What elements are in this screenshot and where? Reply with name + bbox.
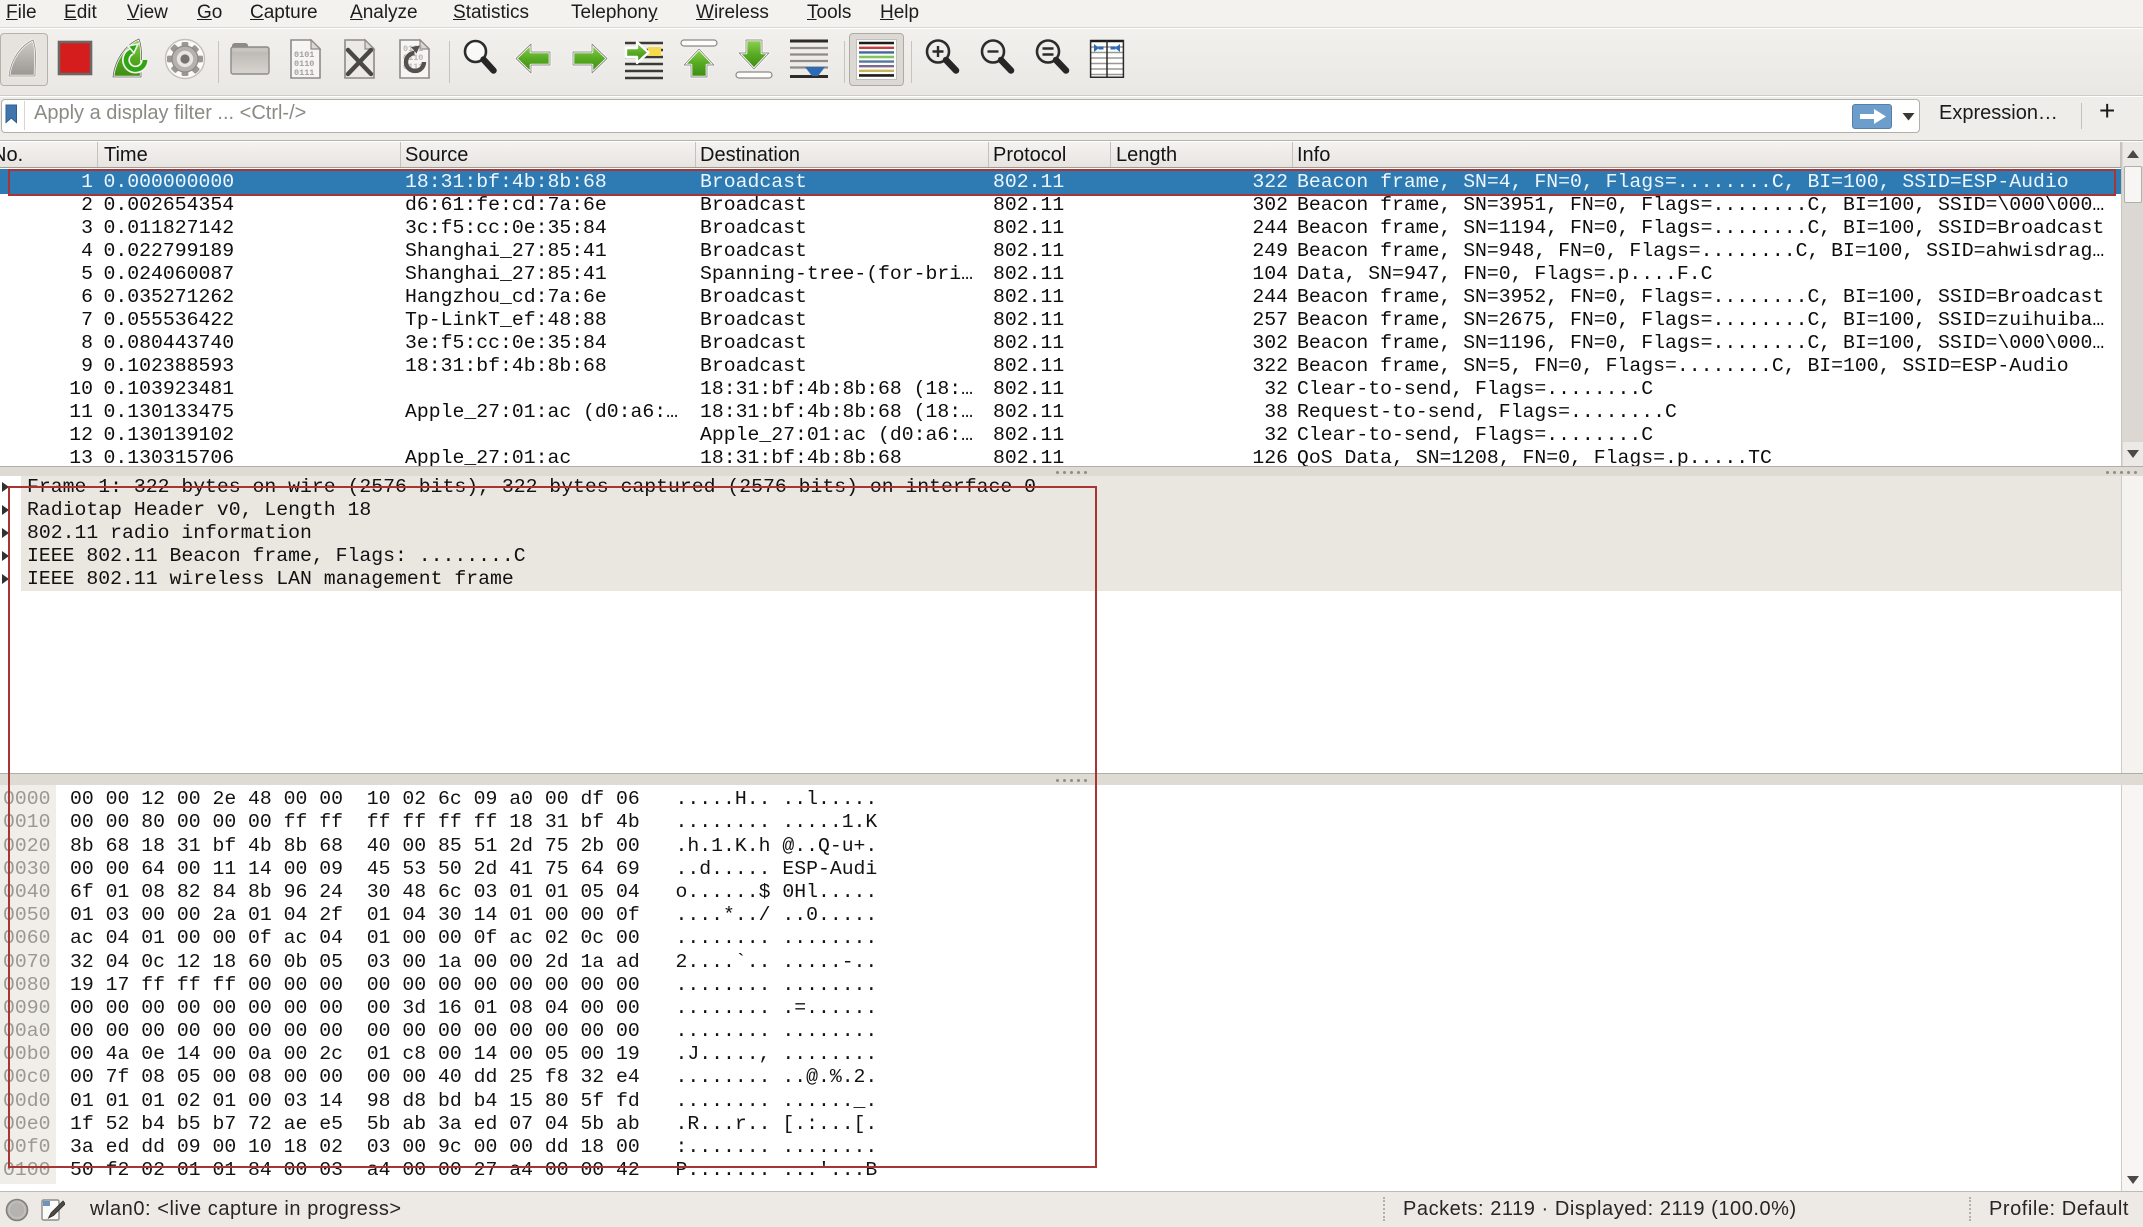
svg-text:0111: 0111: [294, 68, 314, 78]
